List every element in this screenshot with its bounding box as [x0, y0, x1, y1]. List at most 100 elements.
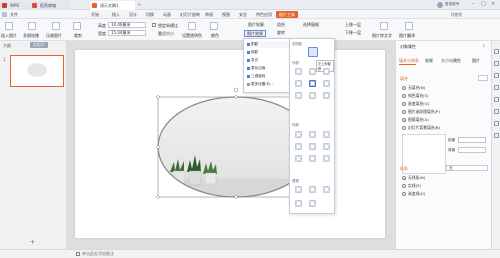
image-translate-button[interactable]: 图片翻译 — [399, 33, 415, 38]
layout-icon[interactable] — [494, 121, 499, 126]
shadow-option[interactable] — [323, 155, 330, 162]
compress-icon[interactable] — [52, 22, 60, 30]
line-section-header[interactable]: 线条 — [400, 166, 408, 172]
slide[interactable] — [75, 50, 385, 238]
image-effect-button[interactable]: 图片效果 — [244, 30, 266, 37]
send-backward-button[interactable]: 下移一层 — [345, 30, 361, 35]
fill-gradient-radio[interactable] — [402, 102, 406, 106]
shadow-option[interactable] — [295, 80, 302, 87]
shadow-option[interactable] — [323, 186, 330, 193]
menu-home[interactable]: 开始 — [91, 11, 99, 18]
menu-item-3d-rotation[interactable]: 三维旋转 — [246, 73, 289, 80]
fill-pattern-radio[interactable] — [402, 118, 406, 122]
menu-view[interactable]: 视图 — [222, 11, 230, 18]
shadow-option[interactable] — [295, 68, 302, 75]
tab-outline[interactable]: 大纲 — [3, 43, 11, 49]
shadow-option[interactable] — [323, 143, 330, 150]
shadow-option[interactable] — [309, 200, 316, 207]
menu-insert[interactable]: 插入 — [112, 11, 120, 18]
menu-review[interactable]: 审阅 — [205, 11, 213, 18]
height-input[interactable]: 10.46厘米 — [108, 22, 146, 28]
foreground-color-picker[interactable] — [458, 137, 486, 143]
window-tab-docer[interactable]: 稻壳商城 — [30, 1, 70, 10]
fill-none-radio[interactable] — [402, 86, 406, 90]
tab-effects[interactable]: 效果 — [425, 58, 433, 64]
shadow-option[interactable] — [295, 92, 302, 99]
tab-picture-tools[interactable]: 图片工具 — [276, 11, 298, 18]
style-icon[interactable] — [494, 61, 499, 66]
insert-image-button[interactable]: 插入图片 — [1, 33, 17, 38]
fill-picture-radio[interactable] — [402, 110, 406, 114]
multi-image-button[interactable]: 多图轮播 — [23, 33, 39, 38]
animation-icon[interactable] — [494, 73, 499, 78]
shadow-option[interactable] — [309, 131, 316, 138]
close-icon[interactable]: × — [491, 1, 495, 7]
shadow-option[interactable] — [295, 143, 302, 150]
menu-file[interactable]: 文件 — [10, 11, 18, 18]
color-icon[interactable] — [210, 22, 218, 30]
menu-item-reflection[interactable]: 倒影 — [246, 49, 289, 56]
fill-section-header[interactable]: 填充 — [400, 76, 408, 82]
fill-dropdown[interactable] — [478, 75, 488, 81]
more-icon[interactable] — [494, 133, 499, 138]
line-none-radio[interactable] — [402, 176, 406, 180]
fill-slide-bg-radio[interactable] — [402, 126, 406, 130]
menu-design[interactable]: 设计 — [129, 11, 137, 18]
line-select[interactable]: 无 — [446, 165, 488, 171]
text-icon[interactable] — [494, 109, 499, 114]
menu-animation[interactable]: 动画 — [163, 11, 171, 18]
tab-picture[interactable]: 图片 — [472, 58, 480, 64]
menu-item-glow[interactable]: 发光 — [246, 57, 289, 64]
shadow-option[interactable] — [309, 68, 316, 75]
image-to-text-icon[interactable] — [380, 22, 388, 30]
menu-item-soft-edge[interactable]: 柔化边缘 — [246, 65, 289, 72]
shadow-option[interactable] — [323, 131, 330, 138]
shadow-option[interactable] — [295, 186, 302, 193]
menu-security[interactable]: 安全 — [239, 11, 247, 18]
menu-toggle-icon[interactable] — [2, 12, 7, 17]
menu-transition[interactable]: 切换 — [146, 11, 154, 18]
rotate-button[interactable]: 旋转 — [277, 30, 285, 35]
maximize-icon[interactable]: □ — [481, 1, 486, 7]
bring-forward-button[interactable]: 上移一层 — [345, 22, 361, 27]
add-slide-button[interactable]: + — [30, 239, 35, 246]
shadow-option[interactable] — [323, 68, 330, 75]
properties-icon[interactable] — [494, 49, 499, 54]
notes-icon[interactable] — [76, 252, 80, 256]
shadow-option[interactable] — [309, 143, 316, 150]
notes-placeholder[interactable]: 单击此处添加备注 — [82, 251, 114, 257]
avatar[interactable] — [437, 2, 443, 8]
window-tab-wps[interactable]: WPS — [0, 1, 30, 10]
shadow-option[interactable] — [309, 92, 316, 99]
line-gradient-radio[interactable] — [402, 192, 406, 196]
no-shadow-option[interactable] — [308, 47, 318, 57]
shadow-option[interactable] — [309, 186, 316, 193]
menu-slideshow[interactable]: 幻灯片放映 — [180, 11, 200, 18]
background-color-picker[interactable] — [458, 147, 486, 153]
login-button[interactable]: 登录账号 — [445, 2, 459, 7]
shadow-option-selected[interactable] — [309, 80, 316, 87]
shape-icon[interactable] — [494, 97, 499, 102]
crop-icon[interactable] — [73, 22, 81, 30]
pane-close-icon[interactable]: × — [482, 43, 485, 48]
shadow-option[interactable] — [295, 155, 302, 162]
pattern-grid[interactable] — [402, 134, 446, 174]
picture-icon[interactable] — [494, 85, 499, 90]
compress-button[interactable]: 压缩图片 — [46, 33, 62, 38]
shadow-option[interactable] — [295, 200, 302, 207]
line-solid-radio[interactable] — [402, 184, 406, 188]
carousel-icon[interactable] — [28, 22, 36, 30]
minimize-icon[interactable]: – — [472, 1, 475, 7]
search-box[interactable]: Q查找 — [451, 11, 462, 18]
lock-ratio-checkbox[interactable] — [152, 23, 156, 27]
translate-icon[interactable] — [405, 22, 413, 30]
reset-size-button[interactable]: 重设大小 — [158, 31, 174, 36]
menu-special[interactable]: 特色应用 — [256, 11, 272, 18]
set-transparent-button[interactable]: 设置透明色 — [182, 33, 202, 38]
image-to-text-button[interactable]: 图片转文字 — [372, 33, 392, 38]
shadow-option[interactable] — [323, 92, 330, 99]
crop-button[interactable]: 裁剪 — [74, 33, 82, 38]
insert-image-icon[interactable] — [5, 22, 13, 30]
tab-slides[interactable]: 幻灯片 — [30, 42, 48, 48]
width-input[interactable]: 15.04厘米 — [108, 30, 146, 36]
